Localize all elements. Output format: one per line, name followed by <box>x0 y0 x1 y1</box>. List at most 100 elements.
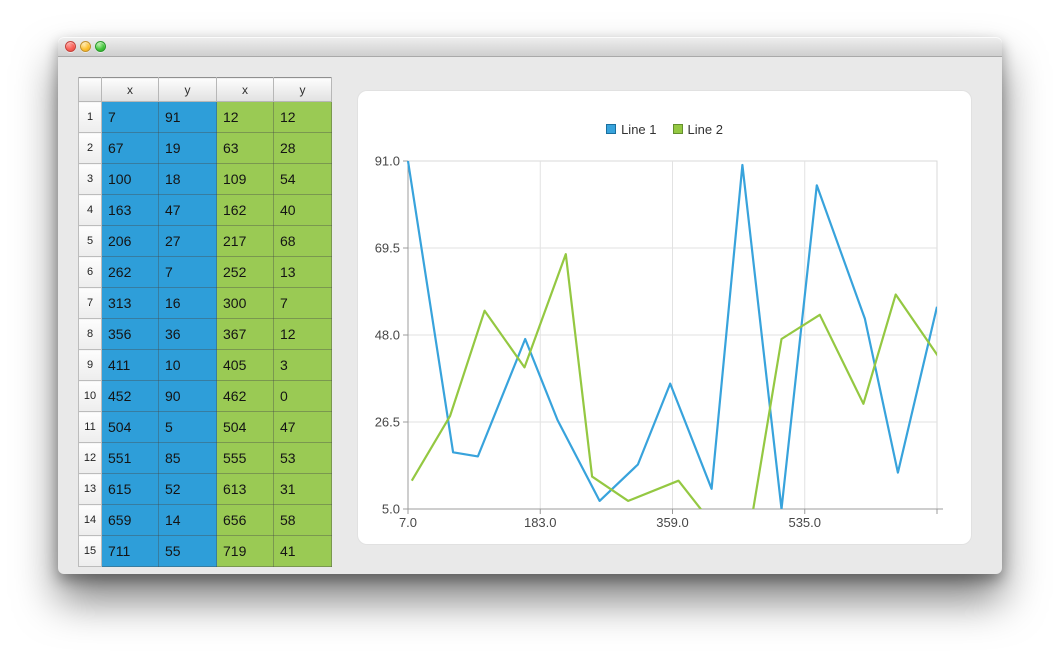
table-cell[interactable]: 18 <box>159 164 217 195</box>
y-tick-label: 48.0 <box>375 328 400 343</box>
table-cell[interactable]: 7 <box>102 102 159 133</box>
column-header-line1-x[interactable]: x <box>102 78 159 102</box>
table-cell[interactable]: 613 <box>217 474 274 505</box>
table-cell[interactable]: 31 <box>274 474 332 505</box>
row-header[interactable]: 12 <box>79 443 102 474</box>
row-header[interactable]: 6 <box>79 257 102 288</box>
table-cell[interactable]: 0 <box>274 381 332 412</box>
x-tick-label: 359.0 <box>656 515 689 530</box>
app-window: xyxy 17911212267196328310018109544163471… <box>58 37 1002 574</box>
table-cell[interactable]: 19 <box>159 133 217 164</box>
table-cell[interactable]: 7 <box>274 288 332 319</box>
table-row: 125518555553 <box>79 443 332 474</box>
table-cell[interactable]: 14 <box>159 505 217 536</box>
table-cell[interactable]: 68 <box>274 226 332 257</box>
table-corner-cell[interactable] <box>79 78 102 102</box>
table-cell[interactable]: 85 <box>159 443 217 474</box>
row-header[interactable]: 15 <box>79 536 102 567</box>
row-header[interactable]: 11 <box>79 412 102 443</box>
table-cell[interactable]: 3 <box>274 350 332 381</box>
table-cell[interactable]: 13 <box>274 257 332 288</box>
table-cell[interactable]: 163 <box>102 195 159 226</box>
close-button[interactable] <box>65 41 76 52</box>
table-cell[interactable]: 52 <box>159 474 217 505</box>
table-row: 31001810954 <box>79 164 332 195</box>
table-cell[interactable]: 206 <box>102 226 159 257</box>
row-header[interactable]: 13 <box>79 474 102 505</box>
table-cell[interactable]: 28 <box>274 133 332 164</box>
column-header-line2-x[interactable]: x <box>217 78 274 102</box>
minimize-button[interactable] <box>80 41 91 52</box>
x-tick-label: 535.0 <box>788 515 821 530</box>
row-header[interactable]: 8 <box>79 319 102 350</box>
x-tick-label: 7.0 <box>399 515 417 530</box>
table-cell[interactable]: 91 <box>159 102 217 133</box>
table-cell[interactable]: 615 <box>102 474 159 505</box>
table-cell[interactable]: 313 <box>102 288 159 319</box>
table-cell[interactable]: 100 <box>102 164 159 195</box>
table-cell[interactable]: 462 <box>217 381 274 412</box>
row-header[interactable]: 5 <box>79 226 102 257</box>
zoom-button[interactable] <box>95 41 106 52</box>
column-header-line1-y[interactable]: y <box>159 78 217 102</box>
table-cell[interactable]: 504 <box>217 412 274 443</box>
table-cell[interactable]: 555 <box>217 443 274 474</box>
table-cell[interactable]: 656 <box>217 505 274 536</box>
column-header-line2-y[interactable]: y <box>274 78 332 102</box>
table-row: 9411104053 <box>79 350 332 381</box>
row-header[interactable]: 3 <box>79 164 102 195</box>
row-header[interactable]: 2 <box>79 133 102 164</box>
row-header[interactable]: 7 <box>79 288 102 319</box>
table-cell[interactable]: 55 <box>159 536 217 567</box>
table-row: 136155261331 <box>79 474 332 505</box>
table-cell[interactable]: 58 <box>274 505 332 536</box>
table-cell[interactable]: 300 <box>217 288 274 319</box>
table-cell[interactable]: 405 <box>217 350 274 381</box>
table-cell[interactable]: 252 <box>217 257 274 288</box>
table-cell[interactable]: 162 <box>217 195 274 226</box>
table-cell[interactable]: 47 <box>159 195 217 226</box>
table-cell[interactable]: 54 <box>274 164 332 195</box>
table-cell[interactable]: 659 <box>102 505 159 536</box>
table-cell[interactable]: 5 <box>159 412 217 443</box>
chart-card: Line 1Line 2 5.026.548.069.591.07.0183.0… <box>358 91 971 544</box>
table-cell[interactable]: 36 <box>159 319 217 350</box>
table-cell[interactable]: 12 <box>274 319 332 350</box>
table-cell[interactable]: 12 <box>217 102 274 133</box>
table-row: 6262725213 <box>79 257 332 288</box>
table-cell[interactable]: 711 <box>102 536 159 567</box>
table-cell[interactable]: 12 <box>274 102 332 133</box>
table-cell[interactable]: 452 <box>102 381 159 412</box>
table-cell[interactable]: 16 <box>159 288 217 319</box>
table-cell[interactable]: 504 <box>102 412 159 443</box>
table-cell[interactable]: 27 <box>159 226 217 257</box>
table-cell[interactable]: 41 <box>274 536 332 567</box>
row-header[interactable]: 1 <box>79 102 102 133</box>
table-cell[interactable]: 262 <box>102 257 159 288</box>
table-cell[interactable]: 67 <box>102 133 159 164</box>
table-row: 146591465658 <box>79 505 332 536</box>
table-cell[interactable]: 63 <box>217 133 274 164</box>
table-cell[interactable]: 7 <box>159 257 217 288</box>
table-cell[interactable]: 47 <box>274 412 332 443</box>
table-cell[interactable]: 10 <box>159 350 217 381</box>
table-cell[interactable]: 40 <box>274 195 332 226</box>
window-titlebar[interactable] <box>58 37 1002 57</box>
table-cell[interactable]: 367 <box>217 319 274 350</box>
table-cell[interactable]: 411 <box>102 350 159 381</box>
x-tick-label: 183.0 <box>524 515 557 530</box>
line-chart: 5.026.548.069.591.07.0183.0359.0535.0 <box>358 91 971 544</box>
table-cell[interactable]: 109 <box>217 164 274 195</box>
table-row: 267196328 <box>79 133 332 164</box>
table-cell[interactable]: 719 <box>217 536 274 567</box>
row-header[interactable]: 9 <box>79 350 102 381</box>
row-header[interactable]: 4 <box>79 195 102 226</box>
table-cell[interactable]: 551 <box>102 443 159 474</box>
table-cell[interactable]: 90 <box>159 381 217 412</box>
row-header[interactable]: 10 <box>79 381 102 412</box>
table-row: 41634716240 <box>79 195 332 226</box>
table-cell[interactable]: 356 <box>102 319 159 350</box>
table-cell[interactable]: 53 <box>274 443 332 474</box>
table-cell[interactable]: 217 <box>217 226 274 257</box>
row-header[interactable]: 14 <box>79 505 102 536</box>
